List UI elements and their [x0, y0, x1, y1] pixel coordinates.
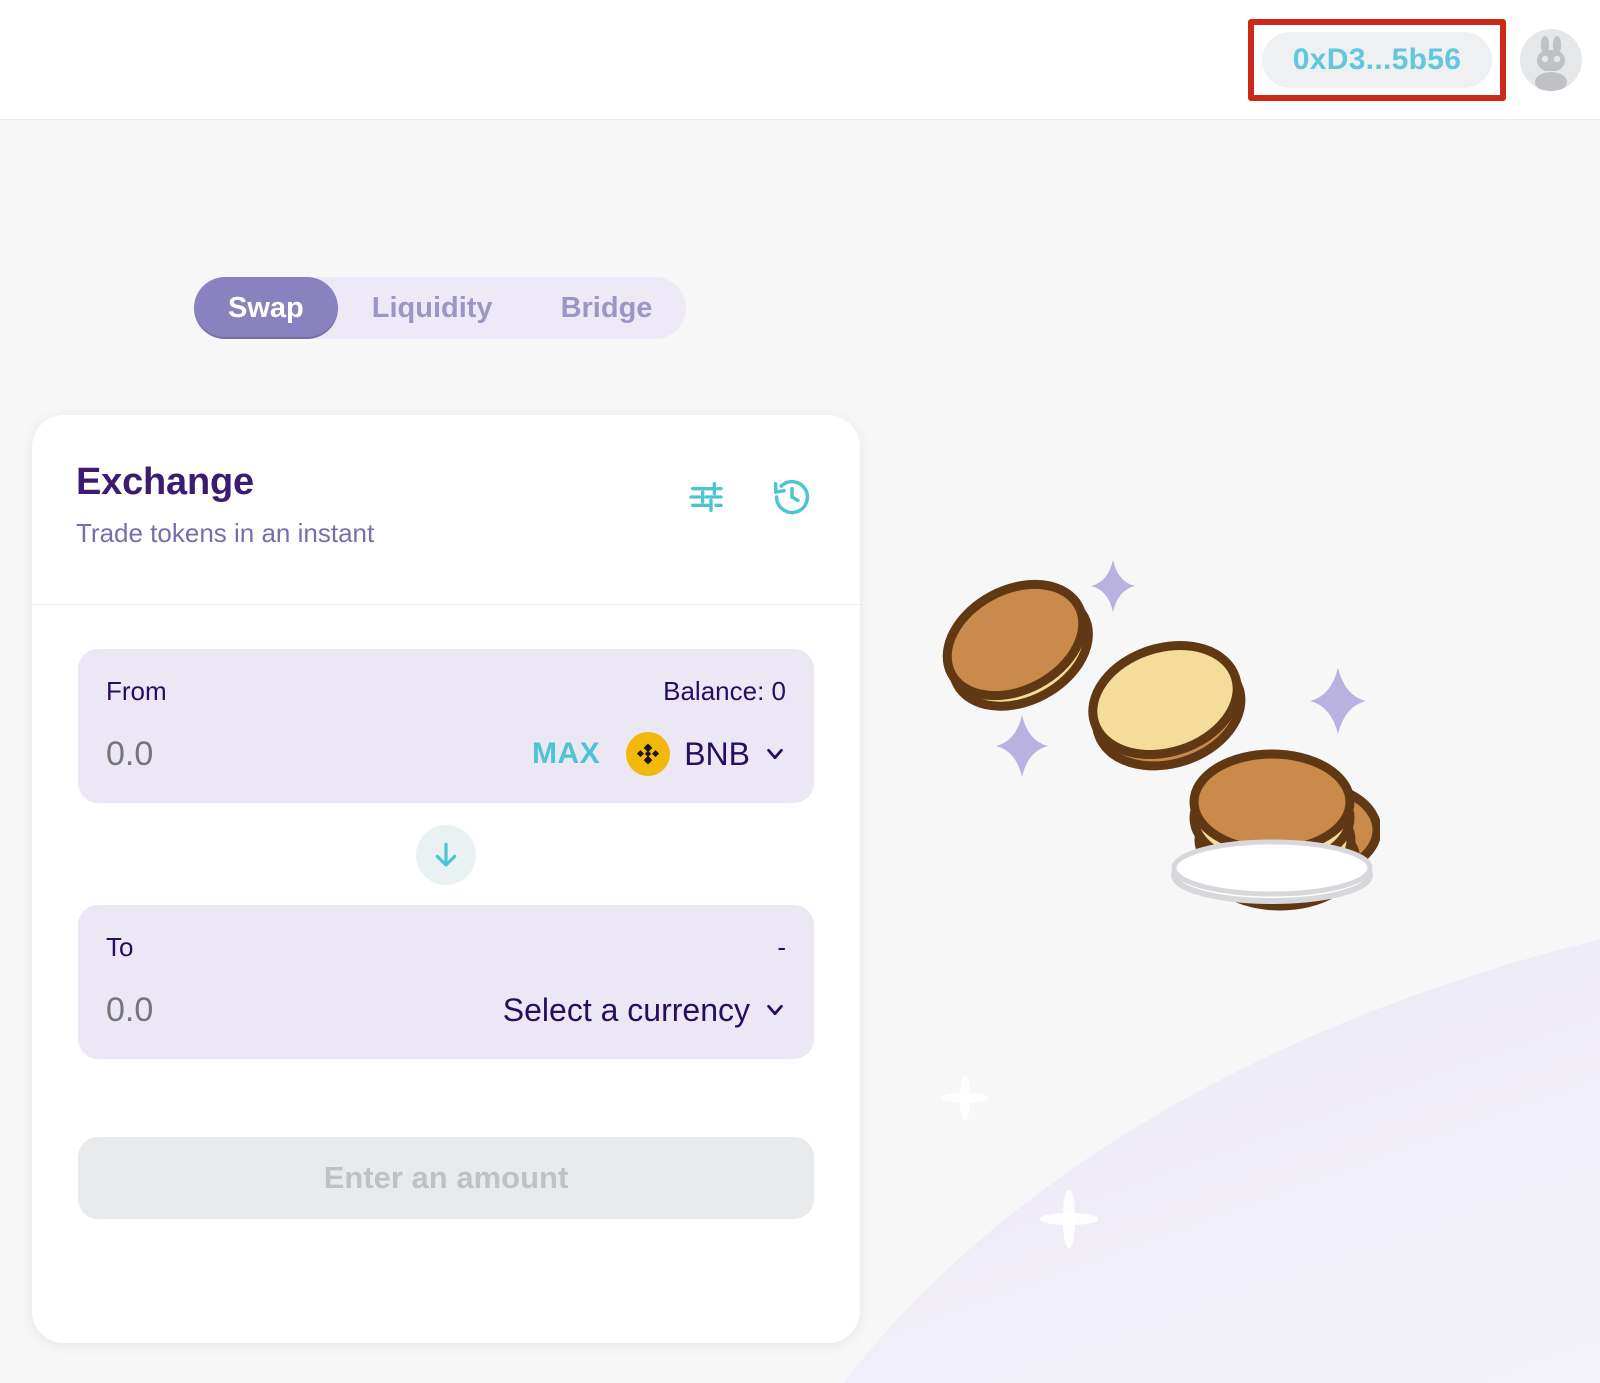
pancake-stack-illustration	[900, 540, 1382, 940]
enter-amount-button-label: Enter an amount	[323, 1160, 569, 1195]
swap-direction-wrap	[78, 825, 814, 885]
from-token-selector[interactable]: BNB	[626, 732, 786, 776]
history-button[interactable]	[770, 475, 814, 519]
from-balance: Balance: 0	[663, 675, 786, 706]
chevron-down-icon	[767, 748, 783, 760]
tab-swap-label: Swap	[228, 291, 304, 324]
from-panel-controls: MAX BNB	[532, 732, 786, 776]
from-label: From	[106, 675, 167, 706]
history-clock-icon	[773, 479, 810, 515]
from-panel-bottom-row: MAX	[106, 731, 786, 777]
to-panel-bottom-row: Select a currency	[106, 987, 786, 1033]
to-label: To	[106, 931, 134, 962]
to-balance: -	[777, 931, 786, 962]
top-header-bar: 0xD3...5b56	[0, 0, 1600, 120]
bnb-coin-icon	[626, 732, 671, 776]
tune-sliders-icon	[689, 482, 723, 512]
wallet-address-button[interactable]: 0xD3...5b56	[1262, 32, 1492, 88]
header-right-cluster: 0xD3...5b56	[1248, 0, 1582, 120]
swap-direction-button[interactable]	[416, 825, 476, 885]
from-panel-top-row: From Balance: 0	[106, 673, 786, 709]
exchange-card: Exchange Trade tokens in an instant From…	[32, 415, 860, 1343]
to-token-selector[interactable]: Select a currency	[503, 992, 786, 1029]
wallet-annotation-highlight: 0xD3...5b56	[1248, 19, 1506, 101]
arrow-down-icon	[435, 842, 457, 867]
tab-liquidity-label: Liquidity	[371, 291, 493, 324]
wallet-address-label: 0xD3...5b56	[1292, 43, 1462, 76]
nav-tabs: Swap Liquidity Bridge	[194, 277, 687, 339]
card-header: Exchange Trade tokens in an instant	[32, 415, 860, 605]
enter-amount-button[interactable]: Enter an amount	[78, 1137, 814, 1219]
background-sparkle	[942, 1093, 988, 1103]
binance-diamond-icon	[637, 743, 660, 765]
card-subtitle: Trade tokens in an instant	[76, 518, 375, 548]
to-panel: To - Select a currency	[78, 905, 814, 1059]
tab-bridge-label: Bridge	[560, 291, 653, 324]
card-header-actions	[684, 475, 814, 519]
chevron-down-icon	[767, 1004, 783, 1016]
card-body: From Balance: 0 MAX	[32, 605, 860, 1219]
rabbit-avatar-icon	[1535, 36, 1567, 91]
tab-swap[interactable]: Swap	[194, 277, 338, 339]
from-panel: From Balance: 0 MAX	[78, 649, 814, 803]
from-token-symbol: BNB	[684, 735, 750, 772]
tab-liquidity[interactable]: Liquidity	[338, 277, 527, 339]
to-panel-top-row: To -	[106, 929, 786, 965]
user-avatar[interactable]	[1520, 29, 1582, 91]
background-sparkle	[1040, 1213, 1098, 1225]
tab-bridge[interactable]: Bridge	[527, 277, 687, 339]
background-sparkle	[1063, 1190, 1075, 1248]
settings-button[interactable]	[684, 475, 728, 519]
background-sparkle	[960, 1075, 970, 1121]
to-currency-label: Select a currency	[502, 991, 750, 1028]
max-button[interactable]: MAX	[532, 737, 600, 771]
from-amount-input[interactable]	[106, 734, 406, 774]
to-amount-input[interactable]	[106, 990, 406, 1030]
